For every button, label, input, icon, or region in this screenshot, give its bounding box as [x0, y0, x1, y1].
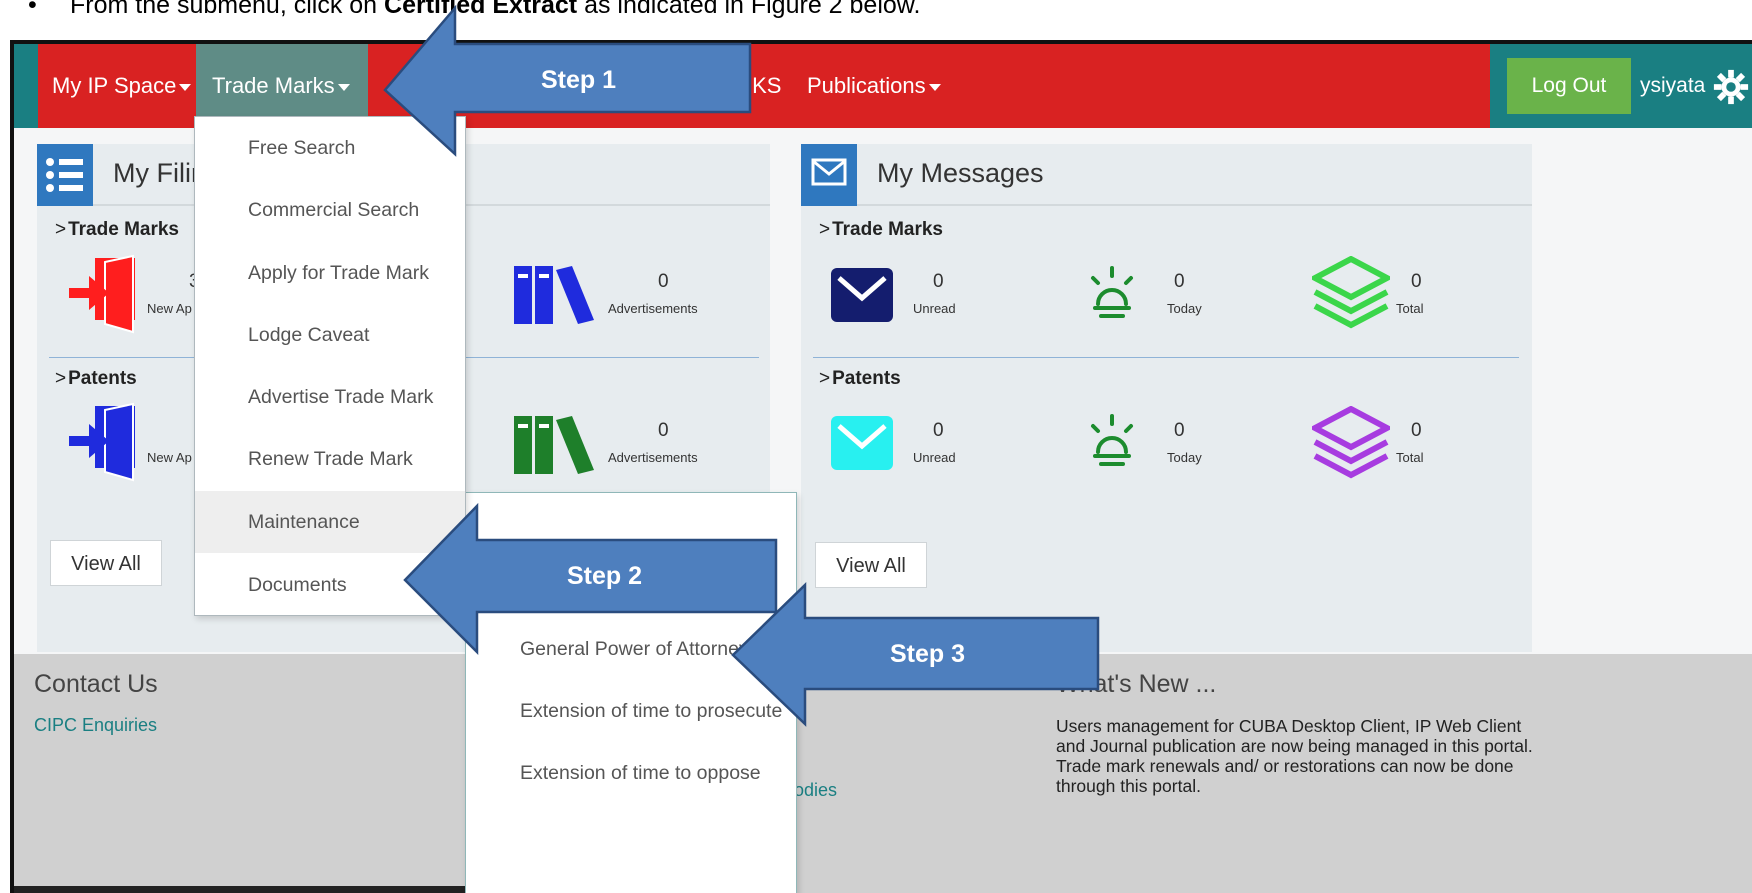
menu-maintenance[interactable]: Maintenance: [195, 491, 465, 553]
menu-renew-trade-mark[interactable]: Renew Trade Mark: [195, 428, 465, 490]
envelope-unread-icon: [831, 268, 893, 322]
messages-trade-marks-label: Trade Marks: [832, 219, 944, 240]
maintenance-submenu: Certified Extract General Power of Attor…: [465, 492, 807, 893]
filings-patents-heading[interactable]: > Patents: [55, 368, 137, 390]
submenu-extension-oppose[interactable]: Extension of time to oppose: [466, 742, 796, 804]
taskbar-strip: [14, 886, 514, 893]
footer: Contact Us CIPC Enquiries odies What's N…: [14, 654, 1752, 893]
nav-my-ip-space[interactable]: My IP Space: [52, 44, 192, 128]
nav-trade-marks-label: Trade Marks: [212, 73, 335, 98]
username-label: ysiyata: [1640, 74, 1706, 97]
menu-commercial-search[interactable]: Commercial Search: [195, 179, 465, 241]
filings-patents-label: Patents: [68, 368, 137, 389]
instruction-before: From the submenu, click on: [70, 0, 385, 19]
step3-label: Step 3: [890, 640, 966, 668]
trade-marks-dropdown: Free Search Commercial Search Apply for …: [194, 116, 466, 616]
whats-new-text: Users management for CUBA Desktop Client…: [1056, 716, 1533, 796]
new-patent-application-icon: [69, 402, 135, 482]
new-application-icon: [69, 254, 135, 334]
whats-new-heading: What's New ...: [1056, 670, 1217, 698]
envelope-header-icon: [801, 144, 857, 206]
my-filings-title: My Filin: [113, 158, 206, 188]
instruction-after: as indicated in Figure 2 below.: [577, 0, 921, 19]
my-messages-header: My Messages: [801, 144, 1532, 206]
messages-tm-today-label: Today: [1167, 301, 1202, 316]
layers-patent-total-icon: [1312, 406, 1390, 479]
filings-pt-ads-count: 0: [658, 420, 669, 441]
filings-pt-ads-label: Advertisements: [608, 450, 698, 465]
logout-button[interactable]: Log Out: [1507, 58, 1631, 114]
messages-tm-today-count: 0: [1174, 271, 1185, 292]
caret-down-icon: [179, 83, 192, 91]
nav-left-accent: [14, 44, 38, 128]
envelope-patent-unread-icon: [831, 416, 893, 470]
messages-tm-total-label: Total: [1396, 301, 1424, 316]
nav-copyright[interactable]: ght: [672, 44, 718, 128]
chevron-right-icon: >: [55, 368, 67, 389]
nav-publications-label: Publications: [807, 73, 926, 98]
alarm-light-icon: [1091, 266, 1133, 318]
bodies-link[interactable]: odies: [794, 780, 837, 801]
filings-tm-new-label: New Ap: [147, 301, 192, 316]
messages-pt-total-count: 0: [1411, 420, 1422, 441]
messages-tm-unread-label: Unread: [913, 301, 956, 316]
menu-documents[interactable]: Documents: [195, 554, 465, 616]
messages-pt-total-label: Total: [1396, 450, 1424, 465]
my-messages-title: My Messages: [877, 158, 1044, 188]
instruction-bold: Certified Extract: [384, 0, 578, 19]
filings-pt-new-label: New Ap: [147, 450, 192, 465]
my-messages-panel: My Messages > Trade Marks 0 Unread 0 Toda…: [801, 144, 1532, 652]
list-icon: [37, 144, 93, 206]
messages-pt-today-label: Today: [1167, 450, 1202, 465]
menu-apply-trade-mark[interactable]: Apply for Trade Mark: [195, 242, 465, 304]
menu-advertise-trade-mark[interactable]: Advertise Trade Mark: [195, 366, 465, 428]
messages-pt-unread-count: 0: [933, 420, 944, 441]
nav-publications[interactable]: Publications: [807, 44, 941, 128]
messages-patents-label: Patents: [832, 368, 901, 389]
screenshot-frame: My IP Space Trade Marks ght IKS Publicat…: [10, 40, 1752, 893]
step2-label: Step 2: [567, 562, 643, 590]
messages-pt-unread-label: Unread: [913, 450, 956, 465]
caret-down-icon: [928, 83, 941, 91]
caret-down-icon: [337, 83, 350, 91]
cipc-enquiries-link[interactable]: CIPC Enquiries: [34, 715, 157, 736]
nav-copyright-label: ght: [672, 73, 703, 98]
layers-total-icon: [1312, 256, 1390, 329]
patent-advertisements-books-icon: [514, 416, 594, 474]
submenu-gpa[interactable]: General Power of Attorney (GPA): [466, 618, 807, 680]
nav-my-ip-space-label: My IP Space: [52, 73, 177, 98]
gear-icon[interactable]: [1712, 68, 1750, 106]
filings-tm-ads-label: Advertisements: [608, 301, 698, 316]
submenu-extension-prosecute[interactable]: Extension of time to prosecute: [466, 680, 796, 742]
filings-view-all-button[interactable]: View All: [50, 540, 162, 586]
filings-trade-marks-label: Trade Marks: [68, 219, 180, 240]
section-divider: [813, 357, 1519, 358]
filings-trade-marks-heading[interactable]: > Trade Marks: [55, 219, 179, 241]
chevron-right-icon: >: [819, 219, 831, 240]
caret-down-icon: [705, 83, 718, 91]
nav-iks[interactable]: IKS: [746, 44, 781, 128]
advertisements-books-icon: [514, 266, 594, 324]
filings-tm-ads-count: 0: [658, 271, 669, 292]
messages-tm-total-count: 0: [1411, 271, 1422, 292]
contact-us-heading: Contact Us: [34, 670, 158, 698]
messages-patents-heading[interactable]: > Patents: [819, 368, 901, 390]
messages-pt-today-count: 0: [1174, 420, 1185, 441]
messages-tm-unread-count: 0: [933, 271, 944, 292]
chevron-right-icon: >: [55, 219, 67, 240]
instruction-line: • From the submenu, click on Certified E…: [28, 0, 921, 20]
menu-free-search[interactable]: Free Search: [195, 117, 465, 179]
messages-trade-marks-heading[interactable]: > Trade Marks: [819, 219, 943, 241]
messages-view-all-button[interactable]: View All: [815, 542, 927, 588]
nav-iks-label: IKS: [746, 73, 782, 98]
bullet-icon: •: [28, 0, 37, 19]
chevron-right-icon: >: [819, 368, 831, 389]
alarm-light-patent-icon: [1091, 414, 1133, 466]
menu-lodge-caveat[interactable]: Lodge Caveat: [195, 304, 465, 366]
step1-label: Step 1: [541, 66, 617, 94]
